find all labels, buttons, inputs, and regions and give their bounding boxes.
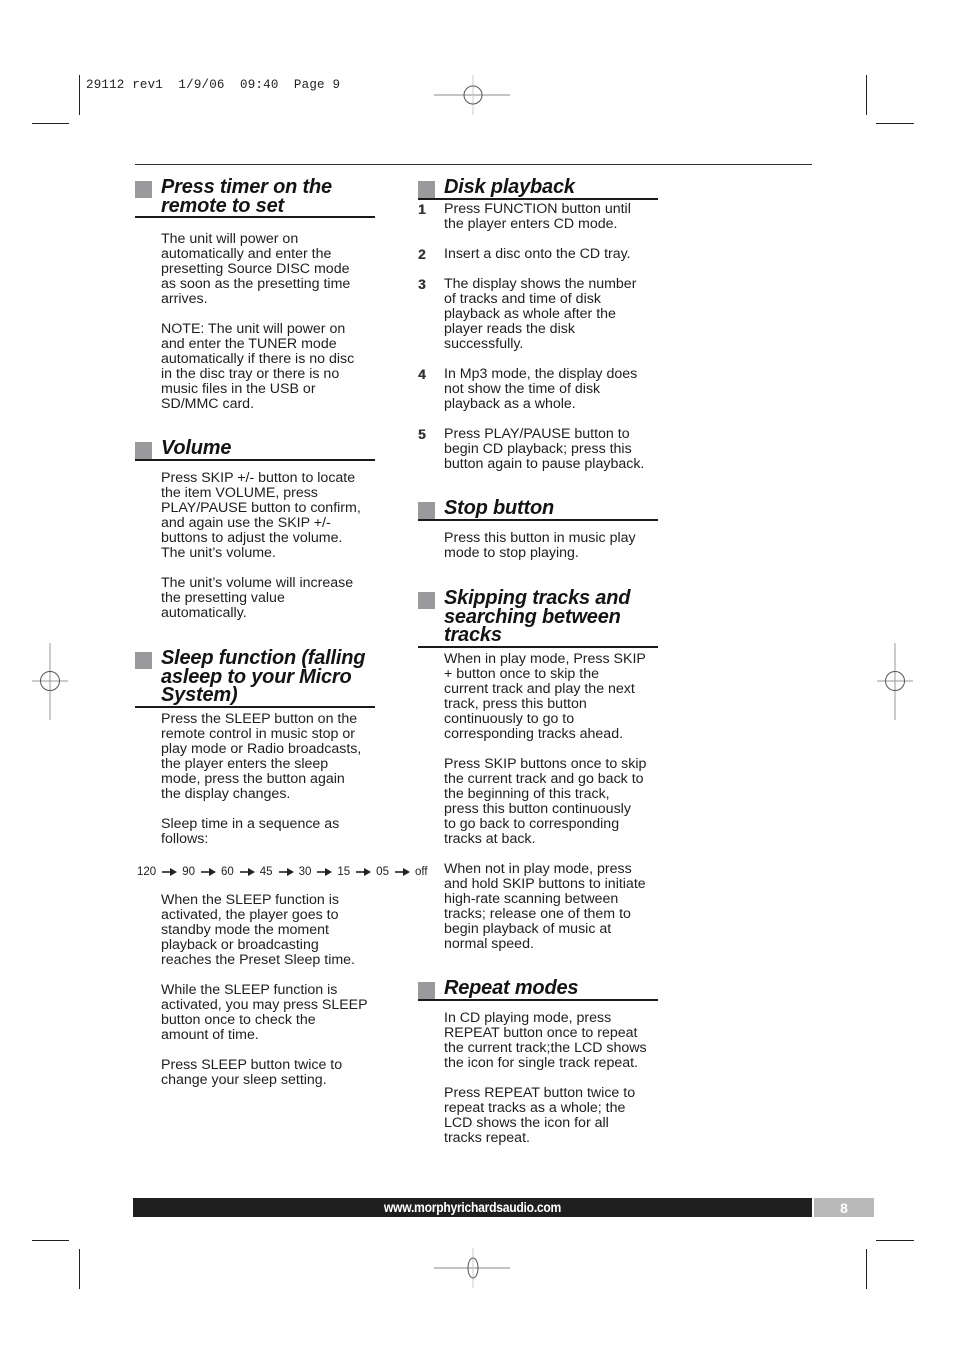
- heading-square-icon: [135, 652, 152, 669]
- step-list: 1 Press FUNCTION button until the player…: [418, 200, 658, 472]
- step-number: 4: [418, 366, 426, 382]
- paragraph: The unit will power on automatically and…: [161, 231, 351, 307]
- arrow-right-icon: [394, 868, 410, 876]
- registration-mark-left: [32, 643, 68, 720]
- sequence-value: 45: [259, 866, 273, 878]
- paragraph: Press SKIP buttons once to skip the curr…: [444, 755, 647, 847]
- heading-line: Repeat modes: [444, 977, 579, 999]
- crop-mark-bottom-right-vertical: [866, 1249, 867, 1289]
- arrow-right-icon: [356, 868, 372, 876]
- registration-mark-right: [877, 643, 913, 720]
- section-heading: Stop button: [418, 497, 658, 521]
- sequence-value: 90: [182, 866, 195, 878]
- heading-line: Skipping tracks and: [444, 587, 631, 609]
- crop-mark-bottom-left-vertical: [79, 1249, 80, 1289]
- step-item: 2 Insert a disc onto the CD tray.: [418, 245, 631, 262]
- section-volume: Volume Press SKIP +/- button to locate t…: [135, 437, 375, 621]
- paragraph: NOTE: The unit will power on and enter t…: [161, 321, 355, 412]
- heading-line: Disk playback: [444, 176, 575, 198]
- section-heading: Repeat modes: [418, 977, 658, 1001]
- registration-mark-top: [434, 75, 510, 115]
- paragraph: The unit’s volume will increase the pres…: [161, 574, 354, 621]
- printer-slug: 29112 rev1 1/9/06 09:40 Page 9: [86, 78, 341, 92]
- sequence-value: 15: [337, 866, 351, 878]
- sleep-time-sequence: 120 90 60 45 30 15 05 off: [137, 866, 428, 878]
- heading-square-icon: [418, 502, 435, 519]
- sequence-value: 30: [298, 866, 312, 878]
- arrow-right-icon: [239, 868, 255, 876]
- arrow-right-icon: [162, 868, 178, 876]
- crop-mark-top-right-horizontal: [876, 123, 914, 124]
- arrow-right-icon: [317, 868, 333, 876]
- crop-mark-top-left-horizontal: [32, 123, 69, 124]
- paragraph: Press the SLEEP button on the remote con…: [161, 710, 362, 802]
- page-number: 8: [814, 1198, 874, 1217]
- heading-line: Press timer on the: [161, 176, 332, 198]
- paragraph: Press SKIP +/- button to locate the item…: [161, 469, 361, 561]
- step-number: 1: [418, 201, 426, 217]
- heading-square-icon: [418, 982, 435, 999]
- registration-mark-bottom: [434, 1248, 510, 1288]
- section-heading: Skipping tracks and searching between tr…: [418, 587, 658, 648]
- paragraph: Press REPEAT button twice to repeat trac…: [444, 1084, 636, 1146]
- heading-line: Sleep function (falling: [161, 647, 366, 669]
- heading-square-icon: [418, 592, 435, 609]
- sequence-value: 05: [376, 866, 389, 878]
- step-number: 2: [418, 246, 426, 262]
- section-heading: Press timer on the remote to set: [135, 176, 375, 218]
- footer-url-link[interactable]: www.morphyrichardsaudio.com: [384, 1200, 562, 1215]
- paragraph: Sleep time in a sequence as follows:: [161, 815, 340, 847]
- section-skipping-tracks: Skipping tracks and searching between tr…: [418, 587, 658, 952]
- step-item: 4 In Mp3 mode, the display does not show…: [418, 365, 638, 412]
- footer-bar: www.morphyrichardsaudio.com: [133, 1198, 812, 1217]
- heading-line: System): [161, 684, 238, 706]
- section-sleep-continued: When the SLEEP function is activated, th…: [135, 893, 375, 1088]
- heading-square-icon: [135, 442, 152, 459]
- section-repeat-modes: Repeat modes In CD playing mode, press R…: [418, 977, 658, 1146]
- top-rule: [135, 164, 812, 165]
- heading-square-icon: [418, 181, 435, 198]
- section-heading: Volume: [135, 437, 375, 461]
- step-number: 5: [418, 426, 426, 442]
- section-heading: Sleep function (falling asleep to your M…: [135, 647, 375, 708]
- heading-line: tracks: [444, 624, 502, 646]
- step-number: 3: [418, 276, 426, 292]
- paragraph: When not in play mode, press and hold SK…: [444, 860, 646, 952]
- heading-line: Stop button: [444, 497, 554, 519]
- section-heading: Disk playback: [418, 176, 658, 200]
- crop-mark-top-right-vertical: [866, 75, 867, 115]
- arrow-right-icon: [200, 868, 216, 876]
- section-timer: Press timer on the remote to set The uni…: [135, 176, 375, 412]
- section-stop-button: Stop button Press this button in music p…: [418, 497, 658, 561]
- paragraph: In CD playing mode, press REPEAT button …: [444, 1009, 647, 1071]
- crop-mark-bottom-left-horizontal: [32, 1240, 69, 1241]
- heading-line: Volume: [161, 437, 232, 459]
- section-sleep: Sleep function (falling asleep to your M…: [135, 647, 375, 847]
- crop-mark-bottom-right-horizontal: [876, 1240, 914, 1241]
- paragraph: Press this button in music play mode to …: [444, 529, 636, 561]
- heading-square-icon: [135, 181, 152, 198]
- sequence-value: 120: [137, 866, 157, 878]
- step-item: 3 The display shows the number of tracks…: [418, 275, 637, 352]
- step-item: 1 Press FUNCTION button until the player…: [418, 200, 631, 232]
- section-disk-playback: Disk playback 1 Press FUNCTION button un…: [418, 176, 658, 472]
- step-item: 5 Press PLAY/PAUSE button to begin CD pl…: [418, 425, 645, 472]
- sequence-value: 60: [220, 866, 234, 878]
- heading-line: remote to set: [161, 194, 284, 217]
- crop-mark-top-left-vertical: [79, 75, 80, 115]
- paragraph: When in play mode, Press SKIP + button o…: [444, 650, 646, 742]
- paragraph: Press SLEEP button twice to change your …: [161, 1057, 343, 1088]
- arrow-right-icon: [278, 868, 294, 876]
- paragraph: When the SLEEP function is activated, th…: [161, 892, 355, 968]
- paragraph: While the SLEEP function is activated, y…: [161, 982, 368, 1043]
